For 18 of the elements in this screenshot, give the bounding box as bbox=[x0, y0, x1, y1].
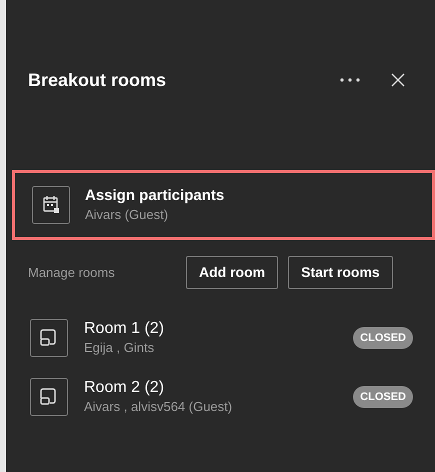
room-participants: Egija , Gints bbox=[84, 339, 156, 357]
panel-title: Breakout rooms bbox=[28, 68, 168, 92]
calendar-icon bbox=[32, 186, 70, 224]
section-label: Manage rooms bbox=[28, 264, 116, 282]
close-icon[interactable] bbox=[391, 73, 405, 87]
item-title: Assign participants bbox=[85, 186, 224, 206]
more-options-icon[interactable] bbox=[339, 77, 361, 83]
status-badge: CLOSED bbox=[353, 326, 413, 350]
room-icon bbox=[30, 319, 68, 357]
room-name: Room 2 (2) bbox=[84, 378, 166, 398]
status-badge: CLOSED bbox=[353, 386, 413, 408]
room-icon bbox=[30, 378, 68, 416]
action-button[interactable]: Add room bbox=[186, 256, 278, 289]
room-participants: Aivars , alvisv564 (Guest) bbox=[84, 398, 234, 416]
item-subtitle: Aivars (Guest) bbox=[85, 206, 170, 224]
assign-participants-item[interactable]: Assign participants Aivars (Guest) bbox=[12, 170, 435, 240]
room-name: Room 1 (2) bbox=[84, 319, 166, 339]
action-button[interactable]: Start rooms bbox=[288, 256, 393, 289]
